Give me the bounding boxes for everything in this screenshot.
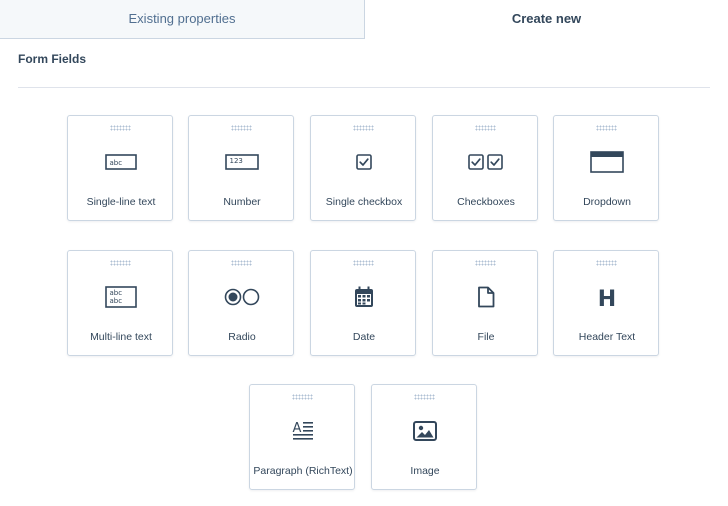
drag-handle-icon[interactable] [292, 394, 313, 400]
field-label: Single-line text [86, 196, 156, 208]
calendar-icon [311, 283, 417, 311]
header-icon: H [554, 283, 660, 311]
dropdown-icon [554, 148, 660, 176]
field-card-number[interactable]: 123 Number [188, 115, 294, 221]
image-icon [372, 417, 478, 445]
field-label: Number [223, 196, 261, 208]
field-card-checkboxes[interactable]: Checkboxes [432, 115, 538, 221]
drag-handle-icon[interactable] [231, 260, 252, 266]
number-icon: 123 [189, 148, 295, 176]
drag-handle-icon[interactable] [110, 260, 131, 266]
field-label: Single checkbox [325, 196, 403, 208]
field-label: File [477, 331, 495, 343]
divider [18, 87, 710, 88]
drag-handle-icon[interactable] [596, 260, 617, 266]
field-card-single-checkbox[interactable]: Single checkbox [310, 115, 416, 221]
field-label: Image [410, 465, 440, 477]
field-label: Checkboxes [457, 196, 515, 208]
field-card-paragraph-richtext[interactable]: A Paragraph (RichText) [249, 384, 355, 490]
field-label: Radio [228, 331, 256, 343]
drag-handle-icon[interactable] [110, 125, 131, 131]
tab-bar: Existing properties Create new [0, 0, 728, 40]
icon-text: A [293, 421, 302, 436]
checkboxes-icon [433, 148, 539, 176]
multi-line-text-icon: abc abc [68, 283, 174, 311]
field-card-single-line-text[interactable]: abc Single-line text [67, 115, 173, 221]
icon-text: abc [110, 159, 123, 167]
drag-handle-icon[interactable] [353, 260, 374, 266]
drag-handle-icon[interactable] [475, 260, 496, 266]
icon-text: abc [110, 297, 123, 305]
section-title: Form Fields [18, 52, 87, 66]
field-label: Multi-line text [90, 331, 152, 343]
field-card-file[interactable]: File [432, 250, 538, 356]
field-label: Paragraph (RichText) [253, 465, 353, 477]
paragraph-icon: A [250, 417, 356, 445]
icon-text: abc [110, 289, 123, 297]
icon-text: 123 [230, 157, 243, 165]
drag-handle-icon[interactable] [475, 125, 496, 131]
drag-handle-icon[interactable] [231, 125, 252, 131]
field-label: Header Text [578, 331, 636, 343]
file-icon [433, 283, 539, 311]
drag-handle-icon[interactable] [353, 125, 374, 131]
field-card-header-text[interactable]: H Header Text [553, 250, 659, 356]
tab-create-new[interactable]: Create new [365, 0, 728, 39]
radio-icon [189, 283, 295, 311]
field-card-radio[interactable]: Radio [188, 250, 294, 356]
drag-handle-icon[interactable] [414, 394, 435, 400]
drag-handle-icon[interactable] [596, 125, 617, 131]
field-card-dropdown[interactable]: Dropdown [553, 115, 659, 221]
checkbox-icon [311, 148, 417, 176]
icon-text: H [598, 287, 616, 309]
field-label: Dropdown [583, 196, 631, 208]
field-card-date[interactable]: Date [310, 250, 416, 356]
single-line-text-icon: abc [68, 148, 174, 176]
tab-existing-properties[interactable]: Existing properties [0, 0, 365, 39]
field-card-image[interactable]: Image [371, 384, 477, 490]
field-card-multi-line-text[interactable]: abc abc Multi-line text [67, 250, 173, 356]
field-label: Date [352, 331, 376, 343]
